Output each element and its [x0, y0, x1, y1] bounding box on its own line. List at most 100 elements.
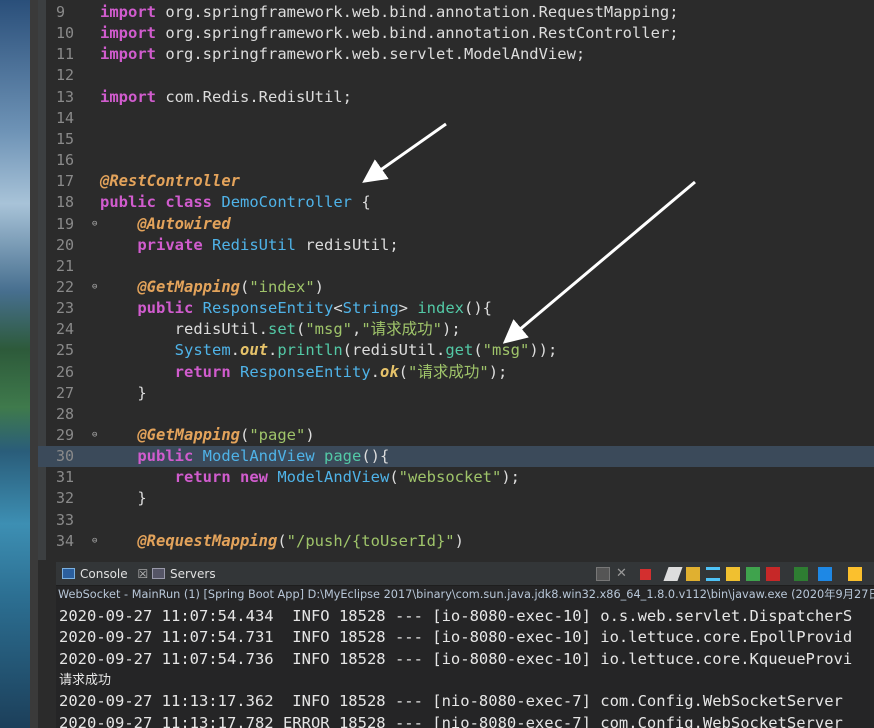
code-line[interactable]: 34 ⊖ @RequestMapping("/push/{toUserId}"): [38, 531, 874, 552]
line-number: 17: [56, 172, 75, 191]
code-line[interactable]: 17 @RestController: [38, 171, 874, 192]
stop-icon[interactable]: [640, 569, 651, 580]
line-number: 18: [56, 193, 75, 212]
line-number: 12: [56, 66, 75, 85]
console-panel: Console ☒ Servers ✕ WebSocket - MainRun …: [56, 562, 874, 728]
new-console-view-icon[interactable]: [848, 567, 862, 581]
line-number: 9: [56, 3, 66, 21]
code-text: import org.springframework.web.bind.anno…: [100, 3, 679, 21]
line-number: 16: [56, 151, 75, 170]
line-number: 27: [56, 383, 75, 402]
scroll-lock-icon[interactable]: [686, 567, 700, 581]
code-line[interactable]: 20 private RedisUtil redisUtil;: [38, 235, 874, 256]
code-text: @GetMapping("index"): [137, 277, 324, 296]
line-number: 21: [56, 256, 75, 275]
line-number: 32: [56, 489, 75, 508]
console-line: 请求成功: [59, 672, 112, 688]
code-text: import com.Redis.RedisUtil;: [100, 87, 352, 106]
code-text: redisUtil.set("msg","请求成功");: [100, 320, 461, 339]
fold-toggle-icon[interactable]: ⊖: [92, 425, 97, 446]
code-line[interactable]: 15: [38, 129, 874, 150]
desktop-wallpaper: [0, 0, 30, 728]
line-number: 24: [56, 320, 75, 339]
close-tab-icon[interactable]: ☒: [137, 567, 148, 581]
code-line[interactable]: 31 return new ModelAndView("websocket");: [38, 467, 874, 488]
servers-icon: [152, 568, 165, 579]
code-text: import org.springframework.web.servlet.M…: [100, 45, 586, 64]
fold-toggle-icon[interactable]: ⊖: [92, 277, 97, 298]
window-border: [30, 0, 38, 728]
code-text: public ModelAndView page(){: [137, 447, 390, 466]
code-line[interactable]: 24 redisUtil.set("msg","请求成功");: [38, 319, 874, 340]
word-wrap-icon[interactable]: [706, 567, 720, 581]
line-number: 25: [56, 341, 75, 360]
code-text: }: [100, 383, 147, 402]
fold-toggle-icon[interactable]: ⊖: [92, 214, 97, 235]
line-number: 29: [56, 426, 75, 444]
tab-servers-label: Servers: [170, 567, 216, 581]
line-number: 23: [56, 299, 75, 318]
terminate-icon[interactable]: [596, 567, 610, 581]
line-number: 19: [56, 214, 75, 233]
code-line[interactable]: 9 import org.springframework.web.bind.ann…: [38, 2, 874, 23]
code-line[interactable]: 21: [38, 256, 874, 277]
console-icon: [62, 568, 75, 579]
console-line: 2020-09-27 11:07:54.736 INFO 18528 --- […: [59, 649, 853, 668]
code-line[interactable]: 14: [38, 108, 874, 129]
tab-console[interactable]: Console ☒: [60, 566, 148, 584]
display-console-icon[interactable]: [746, 567, 760, 581]
console-line: 2020-09-27 11:13:17.782 ERROR 18528 --- …: [59, 713, 843, 728]
console-line: 2020-09-27 11:07:54.731 INFO 18528 --- […: [59, 628, 853, 647]
line-number: 26: [56, 362, 75, 381]
code-line[interactable]: 27 }: [38, 383, 874, 404]
code-text: return new ModelAndView("websocket");: [174, 468, 520, 487]
line-number: 33: [56, 510, 75, 529]
line-number: 13: [56, 87, 75, 106]
code-text: private RedisUtil redisUtil;: [137, 235, 399, 254]
tab-servers[interactable]: Servers: [150, 566, 216, 584]
line-number: 20: [56, 235, 75, 254]
console-line: 2020-09-27 11:07:54.434 INFO 18528 --- […: [59, 607, 853, 625]
line-number: 30: [56, 447, 75, 466]
code-text: import org.springframework.web.bind.anno…: [100, 24, 679, 43]
code-line[interactable]: 32 }: [38, 488, 874, 509]
new-console-icon[interactable]: [766, 567, 780, 581]
code-line[interactable]: 19 ⊖ @Autowired: [38, 214, 874, 235]
code-line[interactable]: 11 import org.springframework.web.servlet…: [38, 44, 874, 65]
code-text: @Autowired: [137, 214, 231, 233]
code-text: @RequestMapping("/push/{toUserId}"): [137, 531, 464, 550]
code-text: return ResponseEntity.ok("请求成功");: [174, 362, 508, 381]
code-line[interactable]: 23 public ResponseEntity<String> index()…: [38, 298, 874, 319]
code-text: public ResponseEntity<String> index(){: [137, 299, 493, 318]
code-line[interactable]: 29 ⊖ @GetMapping("page"): [38, 425, 874, 446]
code-line[interactable]: 25 System.out.println(redisUtil.get("msg…: [38, 340, 874, 361]
open-console-icon[interactable]: [794, 567, 808, 581]
clear-console-icon[interactable]: [663, 567, 683, 581]
code-line[interactable]: 28: [38, 404, 874, 425]
tab-console-label: Console: [80, 567, 128, 581]
code-line[interactable]: 10 import org.springframework.web.bind.an…: [38, 23, 874, 44]
display-selected-console-icon[interactable]: [818, 567, 832, 581]
fold-toggle-icon[interactable]: ⊖: [92, 531, 97, 552]
code-line[interactable]: 22 ⊖ @GetMapping("index"): [38, 277, 874, 298]
code-line[interactable]: 33: [38, 510, 874, 531]
remove-launch-icon[interactable]: ✕: [616, 567, 630, 581]
code-text: @GetMapping("page"): [137, 426, 315, 444]
code-line[interactable]: 26 return ResponseEntity.ok("请求成功");: [38, 362, 874, 383]
code-line[interactable]: 12: [38, 65, 874, 86]
line-number: 14: [56, 108, 75, 127]
code-text: @RestController: [100, 172, 240, 191]
line-number: 34: [56, 531, 75, 550]
line-number: 31: [56, 468, 75, 487]
code-line[interactable]: 16: [38, 150, 874, 171]
line-number: 28: [56, 404, 75, 423]
line-number: 11: [56, 45, 75, 64]
console-line: 2020-09-27 11:13:17.362 INFO 18528 --- […: [59, 692, 843, 711]
line-number: 10: [56, 24, 75, 43]
code-line[interactable]: 13 import com.Redis.RedisUtil;: [38, 87, 874, 108]
line-number: 15: [56, 129, 75, 148]
code-editor[interactable]: 9 import org.springframework.web.bind.ann…: [38, 0, 874, 560]
code-line[interactable]: 18 public class DemoController {: [38, 192, 874, 213]
pin-icon[interactable]: [726, 567, 740, 581]
code-line[interactable]: 30 public ModelAndView page(){: [38, 446, 874, 468]
